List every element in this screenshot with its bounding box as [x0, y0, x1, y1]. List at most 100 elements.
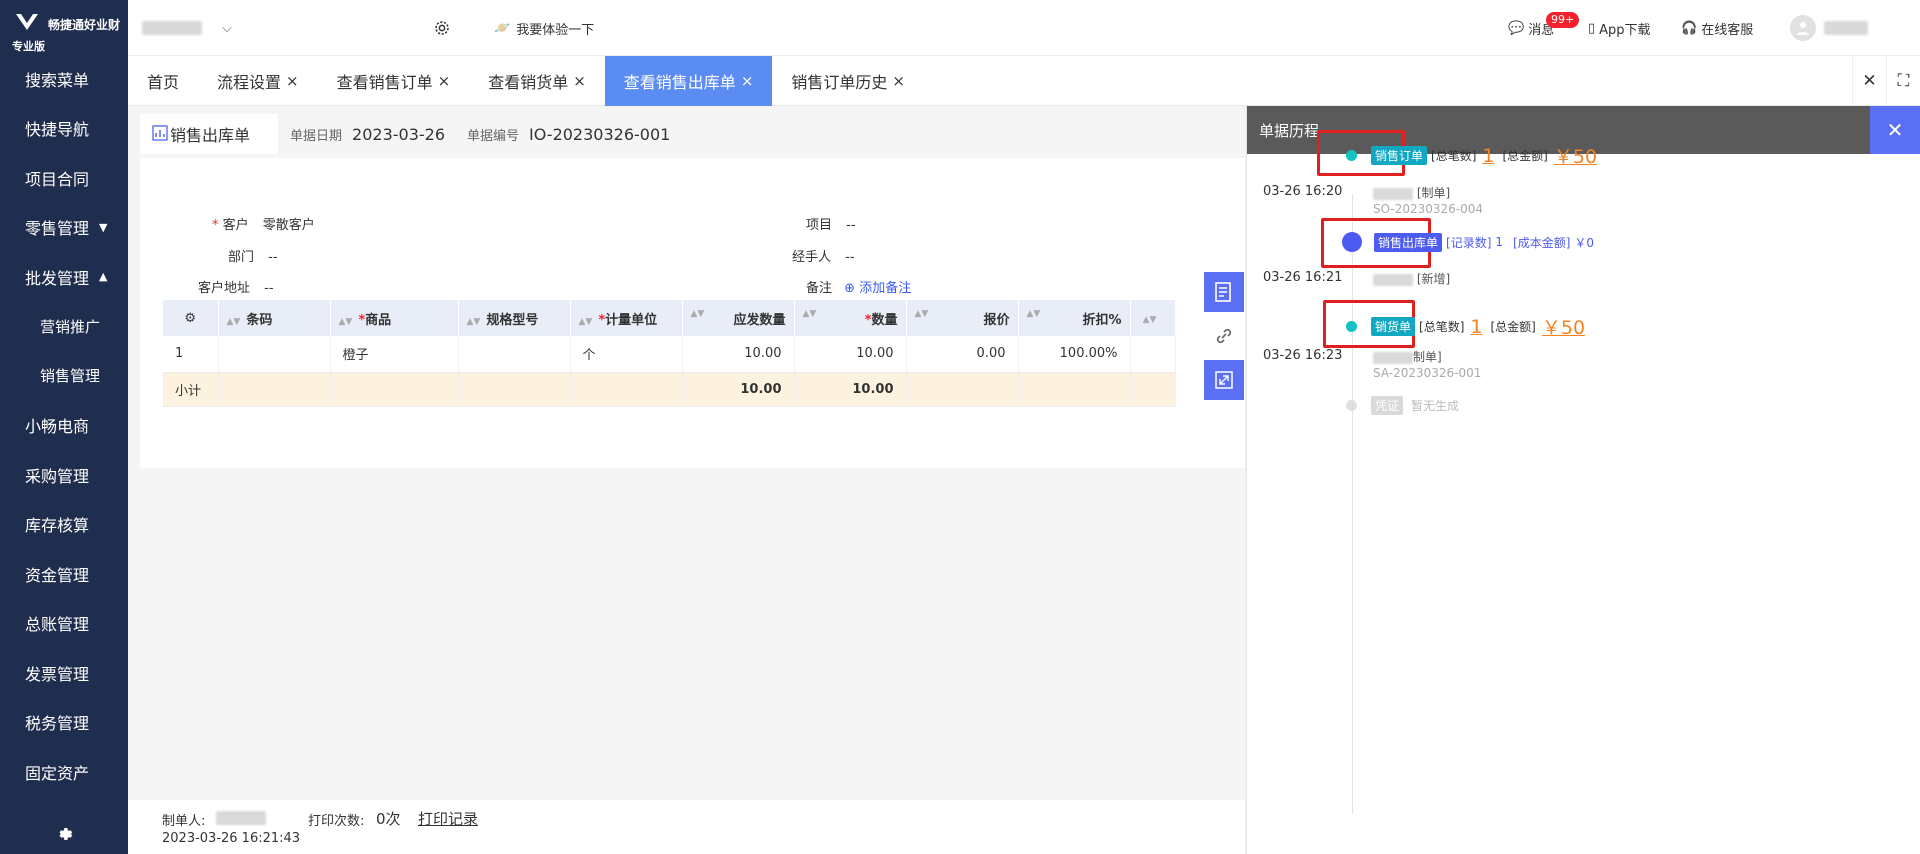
close-tab-icon[interactable]: × — [573, 72, 586, 90]
messages-button[interactable]: 💬 消息 — [1508, 0, 1554, 56]
sidebar-item[interactable]: 搜索菜单 — [0, 54, 128, 104]
col-barcode[interactable]: ▲▼ 条码 — [218, 300, 331, 336]
plus-circle-icon: ⊕ — [844, 281, 856, 296]
sidebar-item[interactable]: 采购管理 — [0, 450, 128, 500]
col-price[interactable]: ▲▼ 报价 — [906, 300, 1019, 336]
cell-product: 橙子 — [330, 336, 459, 373]
node-count-value[interactable]: 1 — [1482, 145, 1494, 167]
settings-icon[interactable] — [433, 0, 451, 56]
history-title: 单据历程 — [1259, 121, 1320, 140]
sidebar-nav: 搜索菜单 快捷导航 项目合同 零售管理 ▼ 批发管理 ▲ 营销推广 销售管理 小畅电商采购管理库存… — [0, 54, 128, 797]
main-content: 销售出库单 单据日期 2023-03-26 单据编号 IO-20230326-0… — [128, 106, 1245, 854]
sidebar-item-label: 税务管理 — [25, 714, 90, 734]
col-discount[interactable]: ▲▼ 折扣% — [1018, 300, 1131, 336]
doc-info-button[interactable] — [1204, 272, 1244, 312]
node-tag: 凭证 — [1371, 396, 1404, 415]
col-product[interactable]: ▲▼ *商品 — [330, 300, 459, 336]
node-count-value[interactable]: 1 — [1470, 316, 1482, 338]
handler-value: -- — [845, 250, 855, 265]
avatar — [1790, 15, 1816, 41]
department-field[interactable]: 部门 -- — [228, 246, 278, 265]
history-node-sales-order[interactable]: 销售订单 [总笔数] 1 [总金额] ￥50 — [1346, 142, 1605, 169]
sidebar-item[interactable]: 零售管理 ▼ — [0, 203, 128, 253]
tab-item[interactable]: 首页 — [128, 56, 198, 106]
project-field[interactable]: 项目 -- — [806, 214, 856, 233]
sidebar-item[interactable]: 固定资产 — [0, 747, 128, 797]
sidebar-item[interactable]: 发票管理 — [0, 648, 128, 698]
app-download-label: App下载 — [1599, 22, 1651, 38]
try-demo-link[interactable]: 🪐 我要体验一下 — [494, 0, 594, 56]
doc-type-tab[interactable]: 销售出库单 — [140, 114, 279, 154]
expand-icon — [1215, 371, 1233, 389]
sidebar-item-label: 资金管理 — [25, 565, 90, 585]
chevron-down-icon: ⌵ — [222, 20, 232, 36]
settings-gear-button[interactable] — [0, 814, 128, 854]
org-switcher[interactable]: ⌵ — [142, 0, 232, 56]
close-tab-icon[interactable]: × — [286, 72, 299, 90]
attachment-button[interactable] — [1204, 316, 1244, 356]
history-node-outbound[interactable]: 销售出库单 [记录数] 1 [成本金额] ￥0 — [1342, 232, 1594, 252]
tab-item[interactable]: 流程设置 × — [198, 56, 318, 106]
node-amount-label: [成本金额] — [1513, 235, 1571, 250]
cell-barcode — [218, 336, 331, 373]
sidebar-item[interactable]: 销售管理 — [0, 351, 128, 401]
node-tag: 销货单 — [1371, 317, 1416, 336]
sidebar-item[interactable]: 项目合同 — [0, 153, 128, 203]
expand-button[interactable] — [1204, 360, 1244, 400]
tab-label: 首页 — [147, 73, 180, 92]
tab-item[interactable]: 查看销货单 × — [469, 56, 605, 106]
brand-logo[interactable]: 畅捷通好业财 专业版 — [0, 0, 128, 54]
table-row[interactable]: 1 橙子 个 10.00 10.00 0.00 100.00% — [163, 336, 1176, 373]
history-node-sales-delivery[interactable]: 销货单 [总笔数] 1 [总金额] ￥50 — [1346, 313, 1593, 340]
fullscreen-icon: ⛶ — [1897, 71, 1910, 91]
fullscreen-button[interactable]: ⛶ — [1886, 56, 1920, 106]
sidebar-item[interactable]: 小畅电商 — [0, 401, 128, 451]
sidebar-item[interactable]: 营销推广 — [0, 302, 128, 352]
user-name-redacted — [1824, 21, 1868, 35]
address-value: -- — [264, 281, 274, 296]
tab-item[interactable]: 销售订单历史 × — [772, 56, 924, 106]
customer-field[interactable]: * 客户 零散客户 — [212, 214, 315, 233]
tab-item[interactable]: 查看销售订单 × — [318, 56, 470, 106]
col-qty[interactable]: ▲▼ *数量 — [794, 300, 907, 336]
col-unit[interactable]: ▲▼ *计量单位 — [570, 300, 683, 336]
doc-no-value: IO-20230326-001 — [529, 124, 671, 144]
app-download-button[interactable]: ▯ App下载 — [1588, 0, 1651, 56]
maker-time: 2023-03-26 16:21:43 — [162, 831, 301, 846]
column-settings-button[interactable]: ⚙ — [163, 300, 219, 336]
print-record-link[interactable]: 打印记录 — [418, 808, 478, 829]
sidebar-item[interactable]: 库存核算 — [0, 500, 128, 550]
address-field[interactable]: 客户地址 -- — [198, 277, 274, 296]
node-amount-value[interactable]: ￥50 — [1542, 313, 1585, 340]
handler-field[interactable]: 经手人 -- — [792, 246, 855, 265]
close-tab-icon[interactable]: × — [892, 72, 905, 90]
sidebar-item-label: 发票管理 — [25, 664, 90, 684]
sidebar-item[interactable]: 总账管理 — [0, 599, 128, 649]
close-all-tabs-button[interactable]: ✕ — [1852, 56, 1886, 106]
sidebar-item[interactable]: 批发管理 ▲ — [0, 252, 128, 302]
add-remark-link[interactable]: ⊕ 添加备注 — [844, 281, 911, 296]
message-icon: 💬 — [1508, 20, 1525, 36]
sidebar-item[interactable]: 资金管理 — [0, 549, 128, 599]
tab-label: 销售订单历史 — [791, 73, 888, 92]
sidebar-item[interactable]: 税务管理 — [0, 698, 128, 748]
node-amount-value[interactable]: ￥50 — [1554, 142, 1597, 169]
close-tab-icon[interactable]: × — [438, 72, 451, 90]
sidebar: 畅捷通好业财 专业版 搜索菜单 快捷导航 项目合同 零售管理 ▼ 批发管理 ▲ 营销推广 销售管… — [0, 0, 128, 854]
close-tab-icon[interactable]: × — [741, 72, 754, 90]
online-service-button[interactable]: 🎧 在线客服 — [1681, 0, 1753, 56]
col-spec[interactable]: ▲▼ 规格型号 — [458, 300, 571, 336]
node-amount-label: [总金额] — [1502, 149, 1548, 163]
planet-icon: 🪐 — [494, 20, 511, 36]
tab-item[interactable]: 查看销售出库单 × — [604, 56, 773, 106]
user-menu[interactable] — [1790, 0, 1868, 56]
col-due-qty[interactable]: ▲▼ 应发数量 — [682, 300, 795, 336]
close-history-button[interactable]: ✕ — [1870, 106, 1920, 154]
add-remark-label: 添加备注 — [859, 281, 912, 296]
sidebar-item[interactable]: 快捷导航 — [0, 104, 128, 154]
node-count-label: [记录数] — [1446, 235, 1492, 250]
col-more[interactable]: ▲▼ — [1130, 300, 1176, 336]
sidebar-item-label: 采购管理 — [25, 466, 90, 486]
caret-up-icon: ▲ — [99, 270, 108, 284]
subtotal-label: 小计 — [163, 372, 219, 407]
